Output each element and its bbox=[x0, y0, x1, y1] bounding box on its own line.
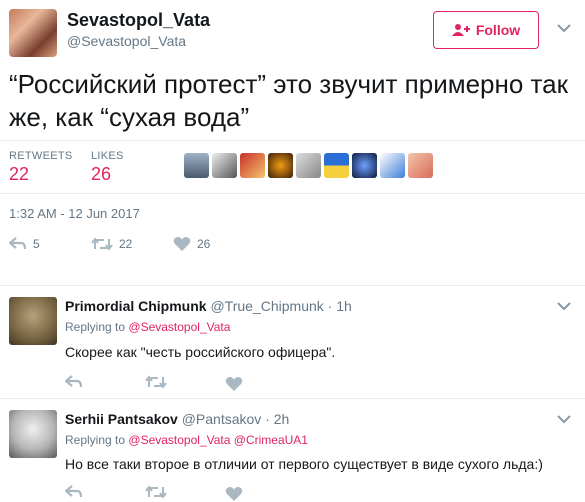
liker-avatar[interactable] bbox=[380, 153, 405, 178]
replying-to: Replying to @Sevastopol_Vata @CrimeaUA1 bbox=[65, 433, 308, 447]
reply-header: Serhii Pantsakov @Pantsakov · 2h bbox=[65, 411, 289, 427]
retweet-count: 22 bbox=[119, 237, 133, 251]
retweet-icon[interactable] bbox=[145, 485, 225, 499]
retweet-button[interactable]: 22 bbox=[91, 237, 173, 251]
reply-text: Но все таки второе в отличии от первого … bbox=[65, 456, 543, 472]
reply-author-handle[interactable]: @Pantsakov bbox=[182, 411, 262, 427]
reply-actions bbox=[65, 372, 243, 392]
likers-avatars bbox=[184, 153, 433, 178]
liker-avatar[interactable] bbox=[296, 153, 321, 178]
reply-header: Primordial Chipmunk @True_Chipmunk · 1h bbox=[65, 298, 352, 314]
like-button[interactable]: 26 bbox=[173, 236, 210, 252]
liker-avatar[interactable] bbox=[324, 153, 349, 178]
reply-icon[interactable] bbox=[65, 485, 145, 499]
divider bbox=[0, 398, 585, 399]
replying-label: Replying to bbox=[65, 433, 126, 447]
likes-label: LIKES bbox=[91, 150, 124, 162]
replying-to-link[interactable]: @Sevastopol_Vata bbox=[128, 320, 230, 334]
reply-author-handle[interactable]: @True_Chipmunk bbox=[210, 298, 323, 314]
replying-to-link[interactable]: @CrimeaUA1 bbox=[234, 433, 308, 447]
heart-icon bbox=[173, 236, 191, 252]
reply-actions bbox=[65, 482, 243, 502]
chevron-down-icon[interactable] bbox=[557, 415, 571, 424]
liker-avatar[interactable] bbox=[352, 153, 377, 178]
reply-avatar[interactable] bbox=[9, 410, 57, 458]
liker-avatar[interactable] bbox=[408, 153, 433, 178]
retweet-icon[interactable] bbox=[145, 375, 225, 389]
reply-time[interactable]: 1h bbox=[336, 298, 352, 314]
tweet-timestamp: 1:32 AM - 12 Jun 2017 bbox=[9, 206, 140, 221]
add-user-icon bbox=[451, 23, 470, 37]
divider bbox=[0, 193, 585, 194]
follow-button[interactable]: Follow bbox=[433, 11, 539, 49]
reply-icon[interactable] bbox=[65, 375, 145, 389]
reply-icon bbox=[9, 237, 27, 251]
retweets-label: RETWEETS bbox=[9, 150, 73, 162]
replying-label: Replying to bbox=[65, 320, 126, 334]
liker-avatar[interactable] bbox=[240, 153, 265, 178]
replying-to: Replying to @Sevastopol_Vata bbox=[65, 320, 230, 334]
reply-avatar[interactable] bbox=[9, 297, 57, 345]
reply-text: Скорее как "честь российского офицера". bbox=[65, 344, 336, 360]
liker-avatar[interactable] bbox=[184, 153, 209, 178]
replying-to-link[interactable]: @Sevastopol_Vata bbox=[128, 433, 230, 447]
reply-button[interactable]: 5 bbox=[9, 237, 91, 251]
retweets-count[interactable]: 22 bbox=[9, 164, 29, 185]
reply-separator: · bbox=[265, 411, 270, 427]
divider bbox=[0, 140, 585, 141]
chevron-down-icon[interactable] bbox=[557, 24, 571, 33]
reply-author-name[interactable]: Serhii Pantsakov bbox=[65, 411, 178, 427]
author-name[interactable]: Sevastopol_Vata bbox=[67, 10, 210, 31]
retweet-icon bbox=[91, 237, 113, 251]
divider bbox=[0, 285, 585, 286]
tweet-actions: 5 22 26 bbox=[9, 236, 210, 252]
likes-count[interactable]: 26 bbox=[91, 164, 111, 185]
chevron-down-icon[interactable] bbox=[557, 302, 571, 311]
like-count: 26 bbox=[197, 237, 211, 251]
reply-separator: · bbox=[327, 298, 333, 314]
reply-count: 5 bbox=[33, 237, 40, 251]
author-avatar[interactable] bbox=[9, 9, 57, 57]
heart-icon[interactable] bbox=[225, 376, 243, 392]
author-handle[interactable]: @Sevastopol_Vata bbox=[67, 33, 186, 49]
tweet-text: “Российский протест” это звучит примерно… bbox=[9, 69, 569, 132]
liker-avatar[interactable] bbox=[212, 153, 237, 178]
liker-avatar[interactable] bbox=[268, 153, 293, 178]
reply-time[interactable]: 2h bbox=[274, 411, 290, 427]
follow-label: Follow bbox=[475, 22, 521, 38]
reply-author-name[interactable]: Primordial Chipmunk bbox=[65, 298, 207, 314]
